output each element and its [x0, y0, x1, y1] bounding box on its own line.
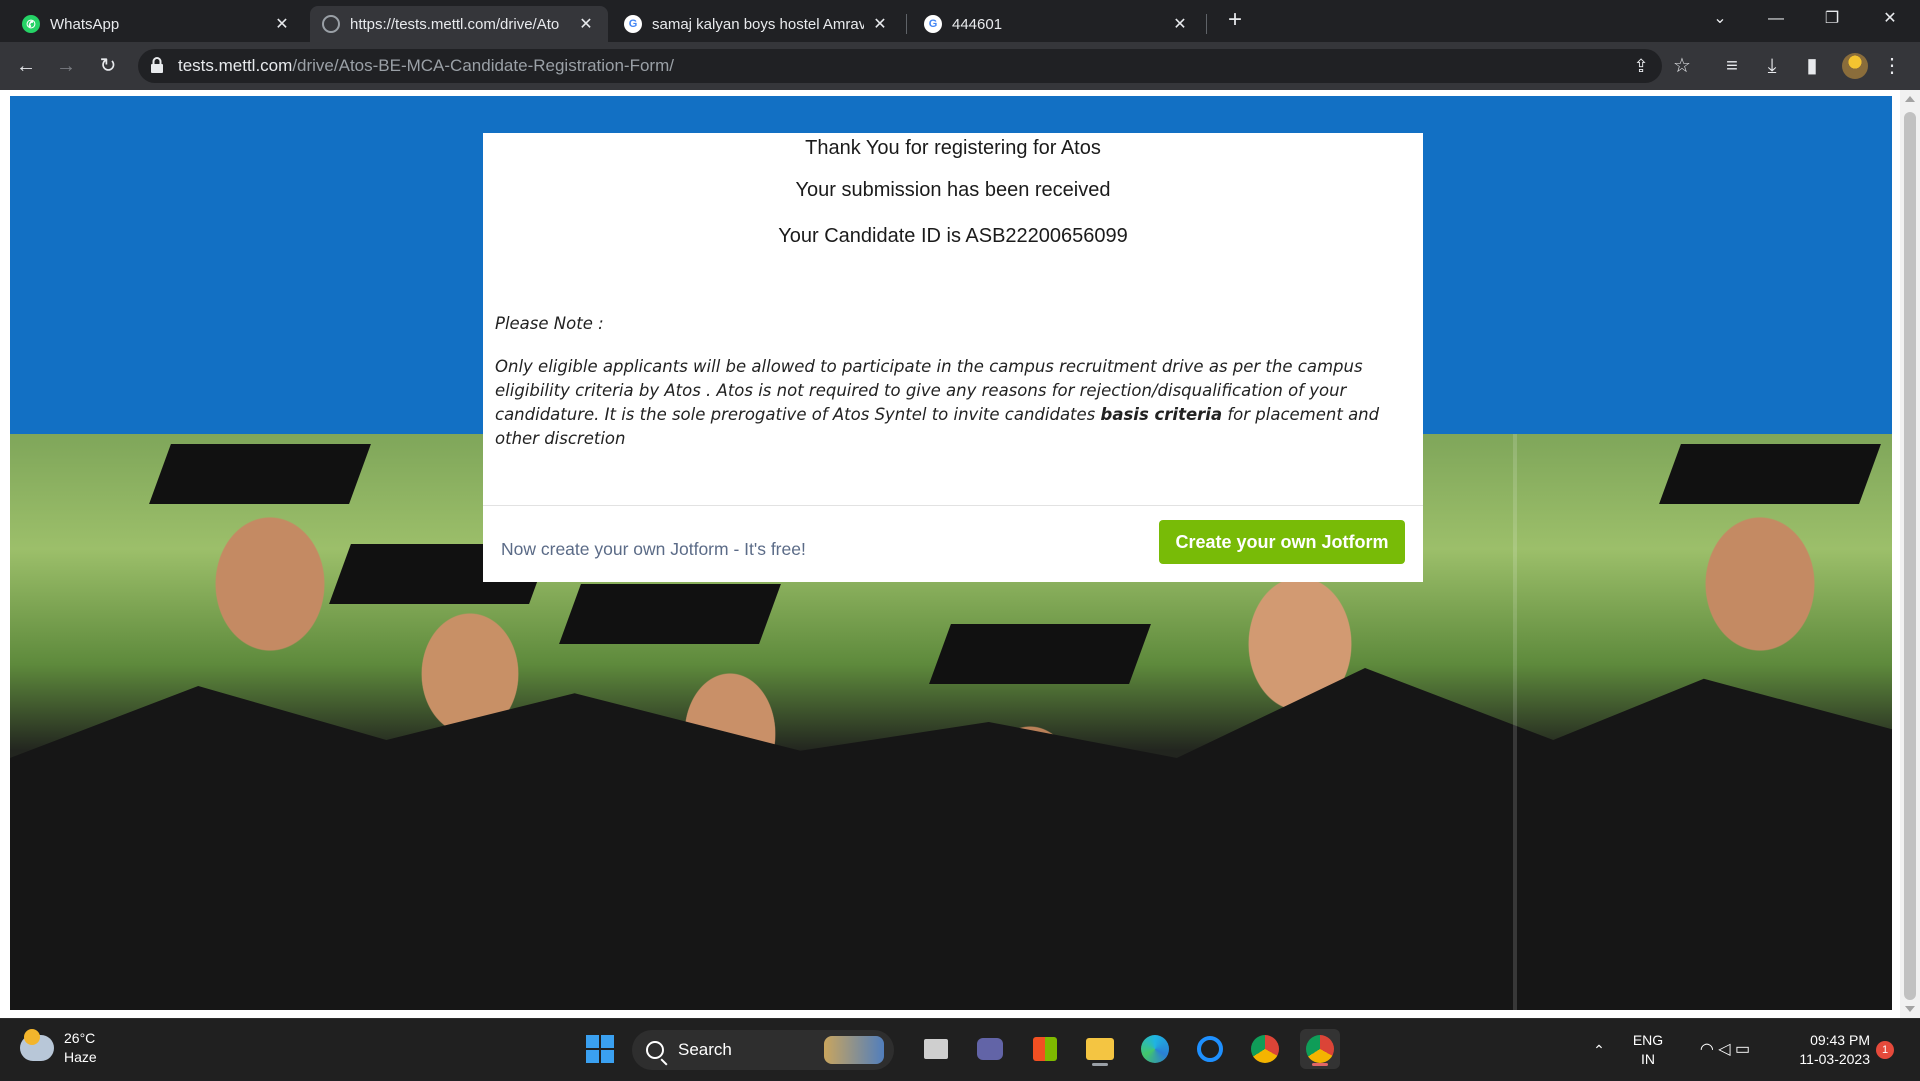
chrome-icon[interactable] — [1245, 1029, 1285, 1069]
menu-kebab-icon[interactable]: ⋮ — [1876, 50, 1908, 82]
page-content: Thank You for registering for Atos Your … — [10, 96, 1892, 1010]
tab-title: 444601 — [952, 15, 1003, 33]
wifi-icon: ◠ — [1699, 1041, 1714, 1058]
tab-mettl[interactable]: https://tests.mettl.com/drive/Ato ✕ — [310, 6, 608, 42]
photo-gowns — [10, 668, 1892, 1010]
windows-taskbar: 26°C Haze Search ⌃ ENG IN ◠ ◁ ▭ 09:43 PM… — [0, 1018, 1920, 1080]
running-indicator — [1312, 1063, 1328, 1066]
google-icon: G — [624, 15, 642, 33]
profile-avatar[interactable] — [1842, 53, 1868, 79]
running-indicator — [1092, 1063, 1108, 1066]
tab-title: WhatsApp — [50, 15, 120, 33]
windows-logo-icon — [585, 1034, 615, 1064]
thank-you-heading: Thank You for registering for Atos — [805, 137, 1101, 159]
tab-separator — [906, 14, 907, 34]
weather-description: Haze — [64, 1049, 97, 1065]
restore-button[interactable]: ❐ — [1804, 0, 1860, 40]
submission-received-text: Your submission has been received — [795, 179, 1111, 201]
file-explorer-icon[interactable] — [1080, 1029, 1120, 1069]
photo-cap — [149, 444, 371, 504]
photo-cap — [559, 584, 781, 644]
network-volume-battery-icons[interactable]: ◠ ◁ ▭ — [1680, 1019, 1770, 1081]
task-view-icon[interactable] — [916, 1029, 956, 1069]
close-window-button[interactable]: ✕ — [1862, 0, 1918, 40]
tab-title: https://tests.mettl.com/drive/Ato — [350, 15, 560, 33]
language-region: IN — [1641, 1051, 1655, 1067]
tab-strip: ✆ WhatsApp ✕ https://tests.mettl.com/dri… — [0, 0, 1920, 42]
notification-badge[interactable]: 1 — [1876, 1041, 1894, 1059]
card-divider — [483, 505, 1423, 506]
teams-chat-icon[interactable] — [970, 1029, 1010, 1069]
search-icon — [646, 1041, 664, 1059]
language-code: ENG — [1632, 1032, 1664, 1048]
close-tab-icon[interactable]: ✕ — [272, 14, 292, 34]
search-label: Search — [678, 1040, 732, 1059]
note-text-bold: basis criteria — [1100, 405, 1223, 424]
microsoft-store-icon[interactable] — [1025, 1029, 1065, 1069]
bookmark-star-icon[interactable]: ☆ — [1666, 50, 1698, 82]
cortana-icon[interactable] — [1190, 1029, 1230, 1069]
search-highlight-art — [824, 1036, 884, 1064]
language-indicator[interactable]: ENG IN — [1628, 1019, 1668, 1081]
lock-icon — [151, 57, 163, 73]
google-icon: G — [924, 15, 942, 33]
tab-whatsapp[interactable]: ✆ WhatsApp ✕ — [10, 6, 304, 42]
chrome-profile-icon[interactable] — [1300, 1029, 1340, 1069]
edge-browser-icon[interactable] — [1135, 1029, 1175, 1069]
jotform-promo-text: Now create your own Jotform - It's free! — [501, 539, 806, 559]
weather-widget[interactable]: 26°C Haze — [20, 1029, 97, 1067]
scrollbar-thumb[interactable] — [1904, 112, 1916, 1000]
whatsapp-icon: ✆ — [22, 15, 40, 33]
url-host: tests.mettl.com — [178, 56, 293, 75]
scroll-down-arrow-icon[interactable] — [1905, 1006, 1915, 1012]
candidate-id-text: Your Candidate ID is ASB22200656099 — [778, 225, 1128, 247]
browser-toolbar: ← → ↻ tests.mettl.com/drive/Atos-BE-MCA-… — [0, 42, 1920, 90]
share-icon[interactable]: ⇪ — [1628, 53, 1654, 79]
show-hidden-icons-chevron-icon[interactable]: ⌃ — [1584, 1019, 1614, 1081]
battery-icon: ▭ — [1735, 1041, 1751, 1058]
close-tab-icon[interactable]: ✕ — [1170, 14, 1190, 34]
taskbar-search[interactable]: Search — [632, 1030, 894, 1070]
clock[interactable]: 09:43 PM 11-03-2023 — [1774, 1019, 1870, 1081]
minimize-button[interactable]: — — [1748, 0, 1804, 40]
tab-separator — [1206, 14, 1207, 34]
tab-search-chevron-icon[interactable]: ⌄ — [1692, 0, 1748, 40]
globe-icon — [322, 15, 340, 33]
reload-button[interactable]: ↻ — [92, 50, 124, 82]
close-tab-icon[interactable]: ✕ — [576, 14, 596, 34]
start-button[interactable] — [580, 1029, 620, 1069]
url-text[interactable]: tests.mettl.com/drive/Atos-BE-MCA-Candid… — [178, 56, 674, 76]
clock-date: 11-03-2023 — [1799, 1051, 1870, 1067]
scroll-up-arrow-icon[interactable] — [1905, 96, 1915, 102]
back-button[interactable]: ← — [10, 50, 42, 82]
tab-title: samaj kalyan boys hostel Amrava — [652, 15, 864, 33]
note-label: Please Note : — [495, 314, 604, 333]
tab-google-444601[interactable]: G 444601 ✕ — [912, 6, 1202, 42]
forward-button[interactable]: → — [50, 50, 82, 82]
speaker-icon: ◁ — [1718, 1041, 1731, 1058]
weather-temperature: 26°C — [64, 1030, 96, 1046]
download-icon[interactable]: ⤓ — [1756, 50, 1788, 82]
weather-haze-icon — [20, 1029, 54, 1061]
side-panel-icon[interactable]: ▮ — [1796, 50, 1828, 82]
new-tab-button[interactable]: + — [1222, 8, 1248, 34]
photo-seam — [1513, 434, 1517, 1010]
address-bar[interactable]: tests.mettl.com/drive/Atos-BE-MCA-Candid… — [138, 49, 1662, 83]
tab-google-samaj[interactable]: G samaj kalyan boys hostel Amrava ✕ — [612, 6, 902, 42]
photo-cap — [929, 624, 1151, 684]
clock-time: 09:43 PM — [1810, 1032, 1870, 1048]
create-jotform-button[interactable]: Create your own Jotform — [1159, 520, 1405, 564]
page-scrollbar[interactable] — [1900, 90, 1920, 1018]
page-viewport: Thank You for registering for Atos Your … — [0, 90, 1920, 1018]
media-queue-icon[interactable]: ≡ — [1716, 50, 1748, 82]
note-body: Only eligible applicants will be allowed… — [495, 355, 1405, 451]
url-path: /drive/Atos-BE-MCA-Candidate-Registratio… — [292, 56, 674, 75]
thank-you-card: Thank You for registering for Atos Your … — [483, 133, 1423, 582]
photo-cap — [1659, 444, 1881, 504]
close-tab-icon[interactable]: ✕ — [870, 14, 890, 34]
